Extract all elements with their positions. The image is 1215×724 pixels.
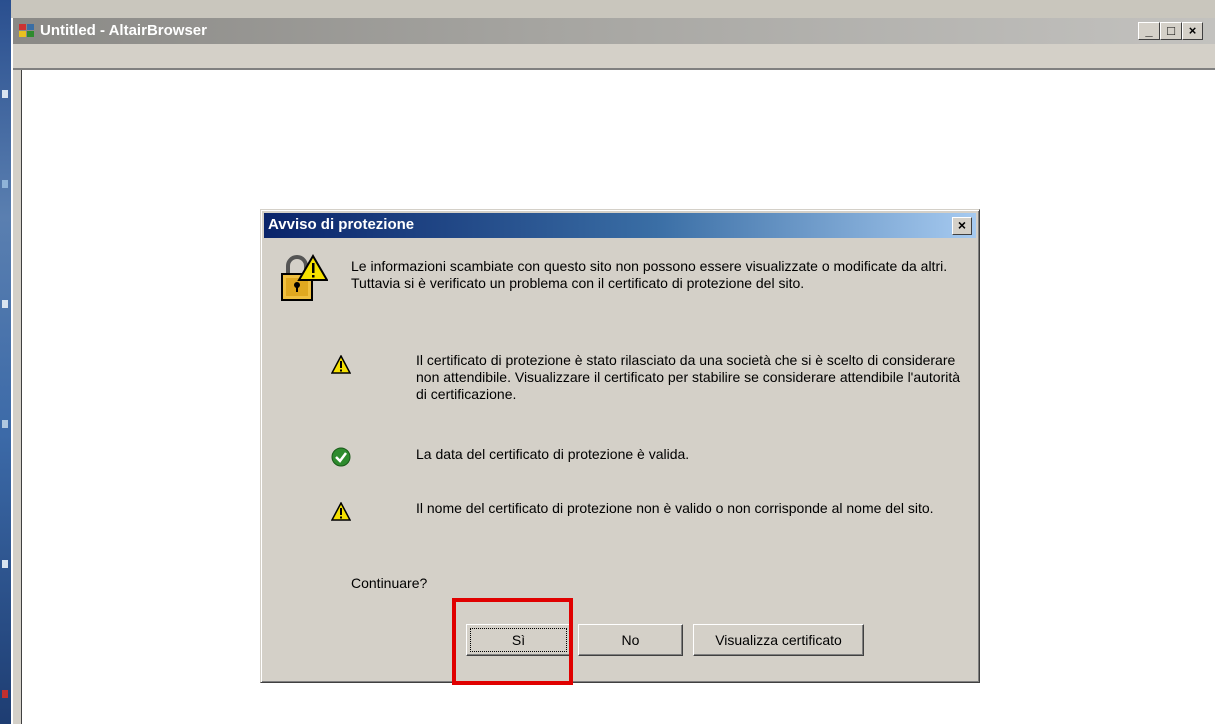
view-certificate-button[interactable]: Visualizza certificato	[693, 624, 864, 656]
item-text-name: Il nome del certificato di protezione no…	[416, 500, 934, 516]
no-button[interactable]: No	[578, 624, 683, 656]
window-titlebar: Untitled - AltairBrowser _ □ ×	[13, 18, 1215, 44]
item-text-issuer: Il certificato di protezione è stato ril…	[416, 352, 961, 402]
lock-warning-icon	[281, 254, 328, 301]
item-text-date: La data del certificato di protezione è …	[416, 446, 690, 462]
app-icon	[19, 24, 34, 37]
window-title: Untitled - AltairBrowser	[40, 22, 207, 39]
minimize-button[interactable]: _	[1138, 22, 1160, 40]
security-alert-dialog: Avviso di protezione × Le informazioni s…	[260, 209, 980, 683]
dialog-title: Avviso di protezione	[268, 216, 415, 233]
warning-icon	[331, 355, 351, 374]
yes-button[interactable]: Sì	[466, 624, 571, 656]
close-button[interactable]: ×	[1182, 22, 1203, 40]
desktop-edge	[0, 0, 11, 724]
maximize-button[interactable]: □	[1160, 22, 1182, 40]
dialog-titlebar: Avviso di protezione ×	[264, 213, 976, 238]
continue-question: Continuare?	[351, 575, 428, 591]
check-icon	[331, 447, 351, 467]
dialog-intro-text: Le informazioni scambiate con questo sit…	[351, 258, 948, 291]
background-window-edge	[11, 0, 1215, 18]
warning-icon	[331, 502, 351, 521]
menu-bar	[13, 44, 1215, 70]
dialog-close-button[interactable]: ×	[952, 217, 972, 235]
